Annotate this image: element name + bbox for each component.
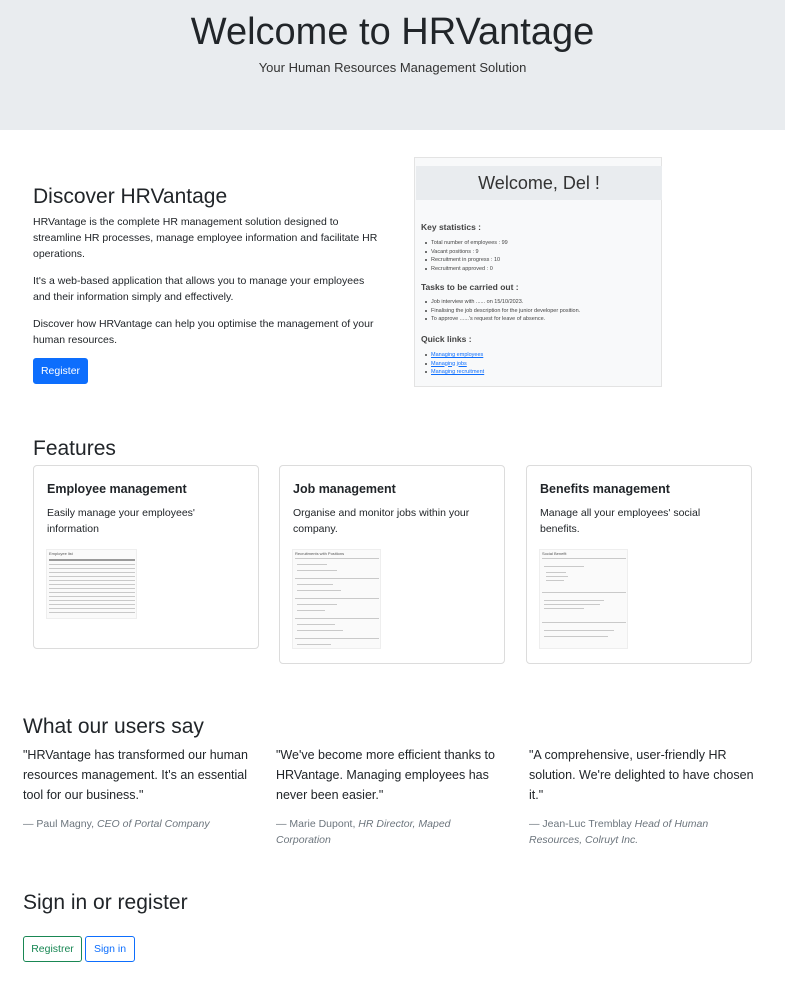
thumb-title: Social Benefit <box>542 551 567 556</box>
discover-paragraph-3: Discover how HRVantage can help you opti… <box>33 318 374 346</box>
preview-tasks-title: Tasks to be carried out : <box>421 282 519 292</box>
thumb-title: Employee list <box>49 551 73 556</box>
register-button[interactable]: Register <box>33 358 88 384</box>
hero-banner: Welcome to HRVantage Your Human Resource… <box>0 0 785 130</box>
preview-link-item: Managing employees <box>425 351 484 360</box>
signin-button[interactable]: Sign in <box>85 936 135 962</box>
feature-card-jobs: Job management Organise and monitor jobs… <box>279 465 505 664</box>
discover-title: Discover HRVantage <box>33 185 228 208</box>
feature-card-title: Job management <box>293 482 396 496</box>
thumb-title: Recruitments with Positions <box>295 551 345 556</box>
testimonial-author: — Marie Dupont, HR Director, Maped Corpo… <box>276 816 508 848</box>
preview-links-list: Managing employees Managing jobs Managin… <box>425 351 484 377</box>
feature-card-title: Employee management <box>47 482 187 496</box>
feature-card-title: Benefits management <box>540 482 670 496</box>
signin-title: Sign in or register <box>23 891 188 914</box>
preview-link-item: Managing jobs <box>425 360 484 369</box>
employee-list-thumbnail: Employee list <box>46 549 137 619</box>
preview-welcome-heading: Welcome, Del ! <box>416 166 662 200</box>
discover-paragraph-1: HRVantage is the complete HR management … <box>33 216 378 260</box>
preview-stat-item: Recruitment in progress : 10 <box>425 256 508 265</box>
testimonial-author: — Paul Magny, CEO of Portal Company <box>23 816 255 832</box>
author-name: — Marie Dupont, <box>276 818 356 830</box>
testimonial-author: — Jean-Luc Tremblay Head of Human Resour… <box>529 816 761 848</box>
discover-paragraph-2: It's a web-based application that allows… <box>33 275 365 303</box>
benefits-thumbnail: Social Benefit <box>539 549 628 649</box>
preview-task-item: Job interview with ...... on 15/10/2023. <box>425 298 580 307</box>
author-role: CEO of Portal Company <box>96 818 210 830</box>
preview-stat-item: Recruitment approved : 0 <box>425 265 508 274</box>
preview-task-item: Finalising the job description for the j… <box>425 307 580 316</box>
testimonials-title: What our users say <box>23 715 204 738</box>
preview-stat-item: Total number of employees : 99 <box>425 239 508 248</box>
preview-key-stats-title: Key statistics : <box>421 222 481 232</box>
feature-card-text: Organise and monitor jobs within your co… <box>293 507 470 535</box>
jobs-thumbnail: Recruitments with Positions <box>292 549 381 649</box>
hero-subtitle: Your Human Resources Management Solution <box>258 60 527 75</box>
dashboard-preview-image: Welcome, Del ! Key statistics : Total nu… <box>414 157 662 387</box>
hero-title: Welcome to HRVantage <box>190 11 595 53</box>
preview-link-item: Managing recruitment <box>425 368 484 377</box>
author-name: — Jean-Luc Tremblay <box>529 818 632 830</box>
preview-tasks-list: Job interview with ...... on 15/10/2023.… <box>425 298 580 324</box>
feature-card-text: Manage all your employees' social benefi… <box>540 507 701 535</box>
testimonial-quote: "We've become more efficient thanks to H… <box>276 748 495 802</box>
testimonial-quote: "HRVantage has transformed our human res… <box>23 748 248 802</box>
author-name: — Paul Magny, <box>23 818 95 830</box>
feature-card-benefits: Benefits management Manage all your empl… <box>526 465 752 664</box>
features-title: Features <box>33 437 116 460</box>
preview-stat-item: Vacant positions : 9 <box>425 248 508 257</box>
feature-card-text: Easily manage your employees' informatio… <box>47 507 195 535</box>
preview-task-item: To approve ......'s request for leave of… <box>425 315 580 324</box>
register-outline-button[interactable]: Registrer <box>23 936 82 962</box>
testimonial-quote: "A comprehensive, user-friendly HR solut… <box>529 748 754 802</box>
preview-key-stats-list: Total number of employees : 99 Vacant po… <box>425 239 508 273</box>
feature-card-employee: Employee management Easily manage your e… <box>33 465 259 649</box>
preview-links-title: Quick links : <box>421 334 472 344</box>
